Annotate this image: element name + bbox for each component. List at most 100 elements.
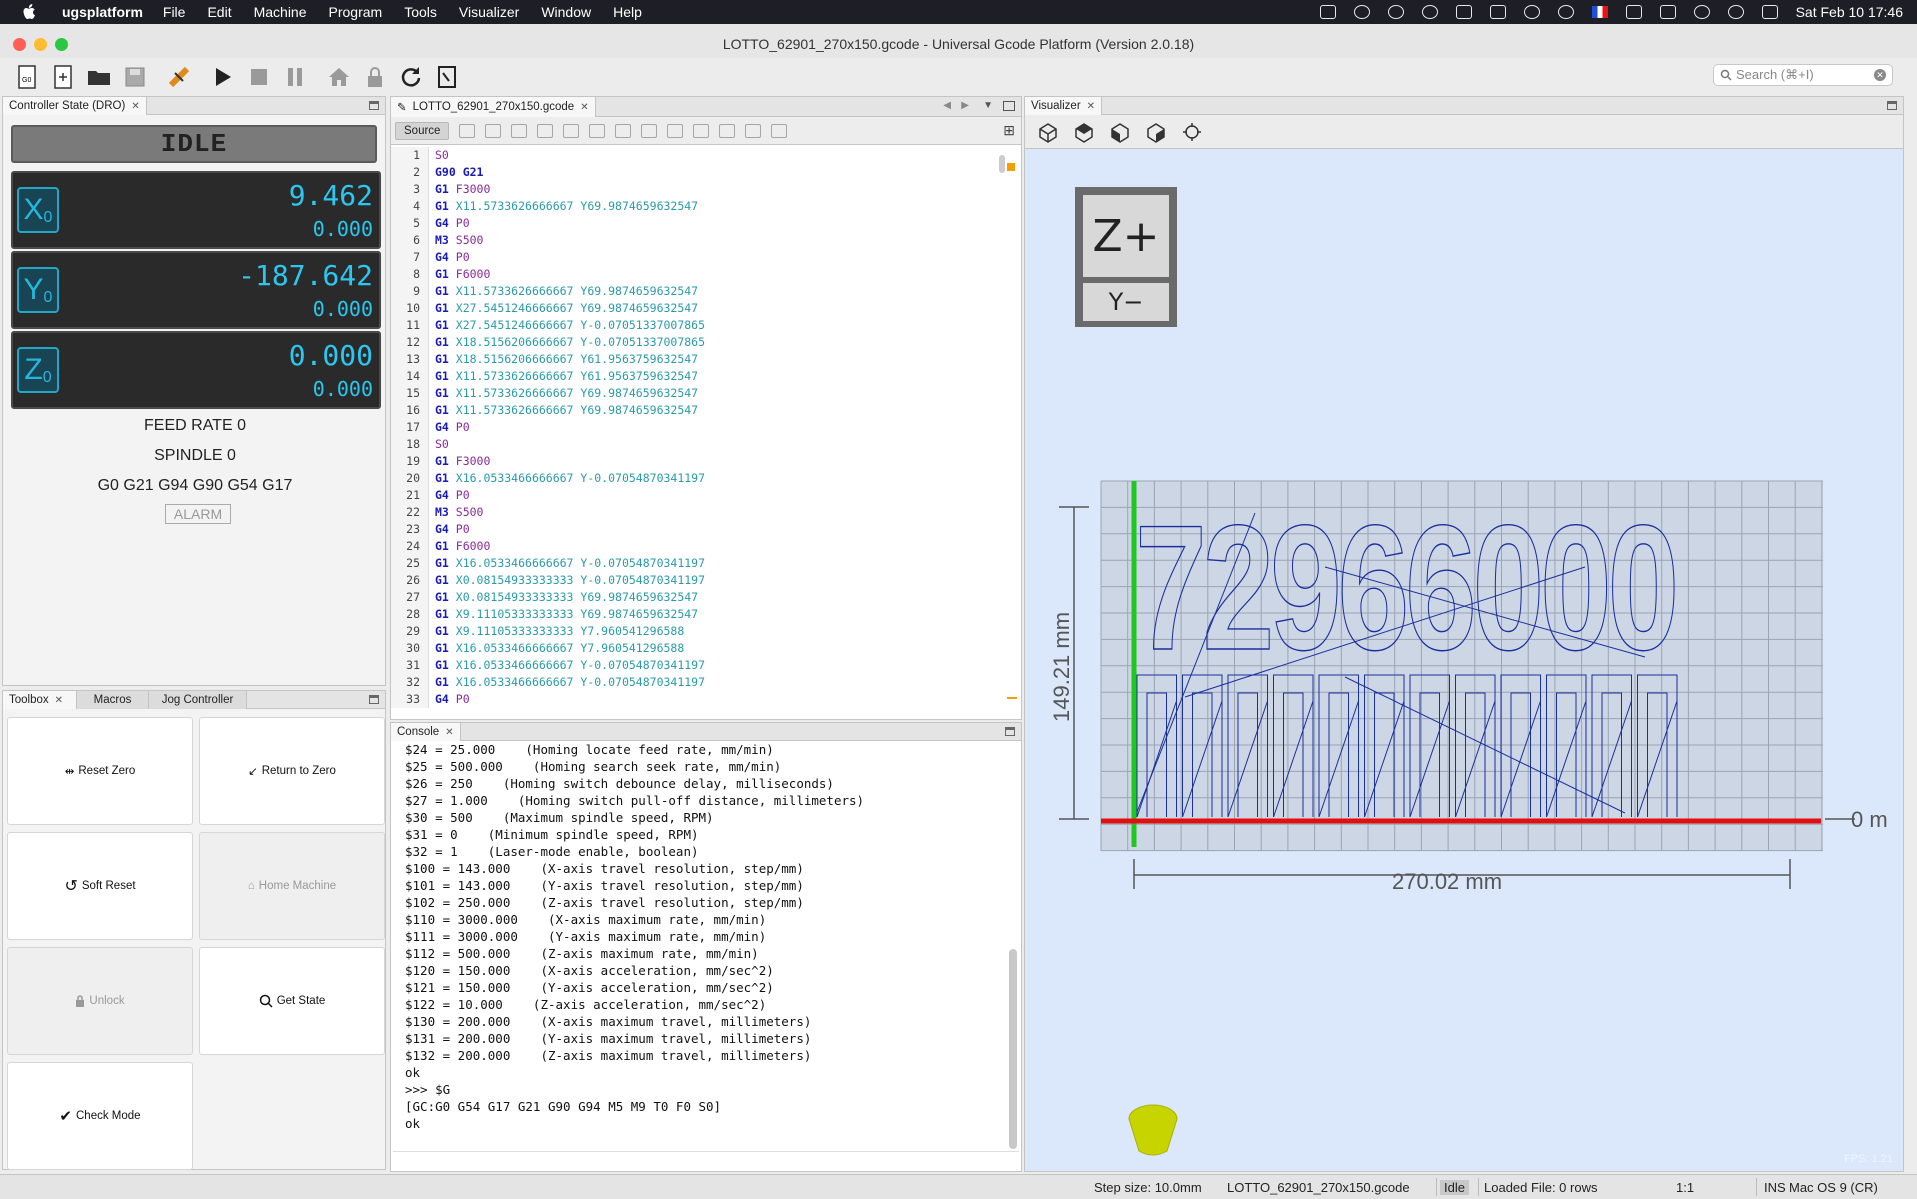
dropbox-icon[interactable] xyxy=(1319,5,1336,19)
battery-icon[interactable] xyxy=(1659,5,1676,19)
menu-machine[interactable]: Machine xyxy=(254,4,307,20)
tab-jog-controller[interactable]: Jog Controller xyxy=(149,691,247,709)
code-editor[interactable]: 1 S0 2 G90 G21 3 G1 F3000 4 G1 X11.573362666666… xyxy=(391,147,991,708)
code-line[interactable]: 28 G1 X9.11105333333333 Y69.9874659632547 xyxy=(391,606,991,623)
editor-scrollbar[interactable] xyxy=(999,155,1005,173)
menu-program[interactable]: Program xyxy=(329,4,383,20)
spotlight-search-icon[interactable] xyxy=(1727,5,1744,19)
code-line[interactable]: 6 M3 S500 xyxy=(391,232,991,249)
code-line[interactable]: 16 G1 X11.5733626666667 Y69.9874659632547 xyxy=(391,402,991,419)
shift-right-icon[interactable] xyxy=(719,123,736,138)
code-line[interactable]: 4 G1 X11.5733626666667 Y69.9874659632547 xyxy=(391,198,991,215)
minimize-panel-icon[interactable] xyxy=(369,695,379,704)
input-source-flag-icon[interactable] xyxy=(1591,6,1608,18)
control-center-icon[interactable] xyxy=(1761,5,1778,19)
wifi-icon[interactable] xyxy=(1693,5,1710,19)
code-line[interactable]: 30 G1 X16.0533466666667 Y7.960541296588 xyxy=(391,640,991,657)
play-icon[interactable] xyxy=(1557,5,1574,19)
code-line[interactable]: 18 S0 xyxy=(391,436,991,453)
code-line[interactable]: 31 G1 X16.0533466666667 Y-0.0705487034119… xyxy=(391,657,991,674)
toggle-bookmark-icon[interactable] xyxy=(615,123,632,138)
code-line[interactable]: 5 G4 P0 xyxy=(391,215,991,232)
console-output[interactable]: $24 = 25.000 (Homing locate feed rate, m… xyxy=(405,741,864,1132)
code-line[interactable]: 23 G4 P0 xyxy=(391,521,991,538)
view-cube-top-face[interactable]: Z+ xyxy=(1083,195,1169,277)
menu-window[interactable]: Window xyxy=(541,4,591,20)
diff-icon[interactable]: ⊞ xyxy=(1003,122,1015,139)
connect-icon[interactable] xyxy=(166,64,192,90)
source-view-button[interactable]: Source xyxy=(395,121,450,140)
new-file-button[interactable]: G0 xyxy=(14,64,40,90)
code-line[interactable]: 26 G1 X0.08154933333333 Y-0.0705487034119… xyxy=(391,572,991,589)
find-next-icon[interactable] xyxy=(563,123,580,138)
code-line[interactable]: 17 G4 P0 xyxy=(391,419,991,436)
code-line[interactable]: 22 M3 S500 xyxy=(391,504,991,521)
code-line[interactable]: 21 G4 P0 xyxy=(391,487,991,504)
code-line[interactable]: 32 G1 X16.0533466666667 Y-0.0705487034119… xyxy=(391,674,991,691)
console-command-input[interactable] xyxy=(393,1151,1019,1167)
code-line[interactable]: 20 G1 X16.0533466666667 Y-0.0705487034119… xyxy=(391,470,991,487)
save-icon[interactable] xyxy=(122,64,148,90)
cloud-icon[interactable] xyxy=(1421,5,1438,19)
tab-gcode-file[interactable]: ✎ LOTTO_62901_270x150.gcode ✕ xyxy=(391,97,596,117)
printer-icon[interactable] xyxy=(1455,5,1472,19)
unlock-button[interactable]: Unlock xyxy=(7,947,193,1055)
code-line[interactable]: 24 G1 F6000 xyxy=(391,538,991,555)
menu-edit[interactable]: Edit xyxy=(207,4,231,20)
code-line[interactable]: 7 G4 P0 xyxy=(391,249,991,266)
code-line[interactable]: 9 G1 X11.5733626666667 Y69.9874659632547 xyxy=(391,283,991,300)
code-line[interactable]: 8 G1 F6000 xyxy=(391,266,991,283)
minimize-panel-icon[interactable] xyxy=(369,101,379,110)
play-icon[interactable] xyxy=(210,64,236,90)
tab-toolbox[interactable]: Toolbox ✕ xyxy=(3,691,77,709)
history-back-icon[interactable] xyxy=(459,123,476,138)
view-cube-front-face[interactable]: Y− xyxy=(1083,283,1169,321)
toggle-highlight-icon[interactable] xyxy=(589,123,606,138)
menu-visualizer[interactable]: Visualizer xyxy=(459,4,519,20)
creative-cloud-icon[interactable] xyxy=(1387,5,1404,19)
code-line[interactable]: 14 G1 X11.5733626666667 Y61.9563759632547 xyxy=(391,368,991,385)
return-to-zero-button[interactable]: ↙ Return to Zero xyxy=(199,717,385,825)
menubar-clock[interactable]: Sat Feb 10 17:46 xyxy=(1796,4,1903,20)
pause-icon[interactable] xyxy=(282,64,308,90)
outline-icon[interactable] xyxy=(434,64,460,90)
stop-icon[interactable] xyxy=(246,64,272,90)
tab-console[interactable]: Console ✕ xyxy=(391,723,461,741)
tab-controller-state[interactable]: Controller State (DRO) ✕ xyxy=(3,97,147,115)
tab-macros[interactable]: Macros xyxy=(77,691,149,709)
shield-icon[interactable] xyxy=(1489,5,1506,19)
clear-search-icon[interactable]: ✕ xyxy=(1874,69,1886,81)
find-previous-icon[interactable] xyxy=(537,123,554,138)
code-line[interactable]: 19 G1 F3000 xyxy=(391,453,991,470)
close-tab-icon[interactable]: ✕ xyxy=(55,695,63,706)
menu-help[interactable]: Help xyxy=(613,4,642,20)
find-icon[interactable] xyxy=(511,123,528,138)
reset-zero-button[interactable]: ⇹ Reset Zero xyxy=(7,717,193,825)
close-tab-icon[interactable]: ✕ xyxy=(580,102,588,113)
vpn-icon[interactable] xyxy=(1523,5,1540,19)
menu-tools[interactable]: Tools xyxy=(404,4,437,20)
home-icon[interactable] xyxy=(326,64,352,90)
code-line[interactable]: 3 G1 F3000 xyxy=(391,181,991,198)
code-line[interactable]: 15 G1 X11.5733626666667 Y69.9874659632547 xyxy=(391,385,991,402)
code-line[interactable]: 25 G1 X16.0533466666667 Y-0.0705487034119… xyxy=(391,555,991,572)
view-cube[interactable]: Z+ Y− xyxy=(1075,187,1177,327)
sync-icon[interactable] xyxy=(1353,5,1370,19)
code-line[interactable]: 12 G1 X18.5156206666667 Y-0.0705133700786… xyxy=(391,334,991,351)
history-forward-icon[interactable] xyxy=(485,123,502,138)
shift-left-icon[interactable] xyxy=(693,123,710,138)
start-macro-icon[interactable] xyxy=(745,123,762,138)
scroll-tabs-left-icon[interactable]: ◀ xyxy=(943,100,951,111)
console-scrollbar[interactable] xyxy=(1009,949,1017,1149)
close-tab-icon[interactable]: ✕ xyxy=(445,727,453,738)
code-line[interactable]: 33 G4 P0 xyxy=(391,691,991,708)
minimize-panel-icon[interactable] xyxy=(1005,727,1015,736)
apple-menu-icon[interactable] xyxy=(20,2,40,22)
lock-icon[interactable] xyxy=(362,64,388,90)
y-axis-zero-button[interactable]: Y0 xyxy=(17,267,59,313)
menu-file[interactable]: File xyxy=(163,4,186,20)
scroll-tabs-right-icon[interactable]: ▶ xyxy=(961,100,969,111)
code-line[interactable]: 13 G1 X18.5156206666667 Y61.9563759632547 xyxy=(391,351,991,368)
x-axis-zero-button[interactable]: X0 xyxy=(17,187,59,233)
code-line[interactable]: 11 G1 X27.5451246666667 Y-0.0705133700786… xyxy=(391,317,991,334)
